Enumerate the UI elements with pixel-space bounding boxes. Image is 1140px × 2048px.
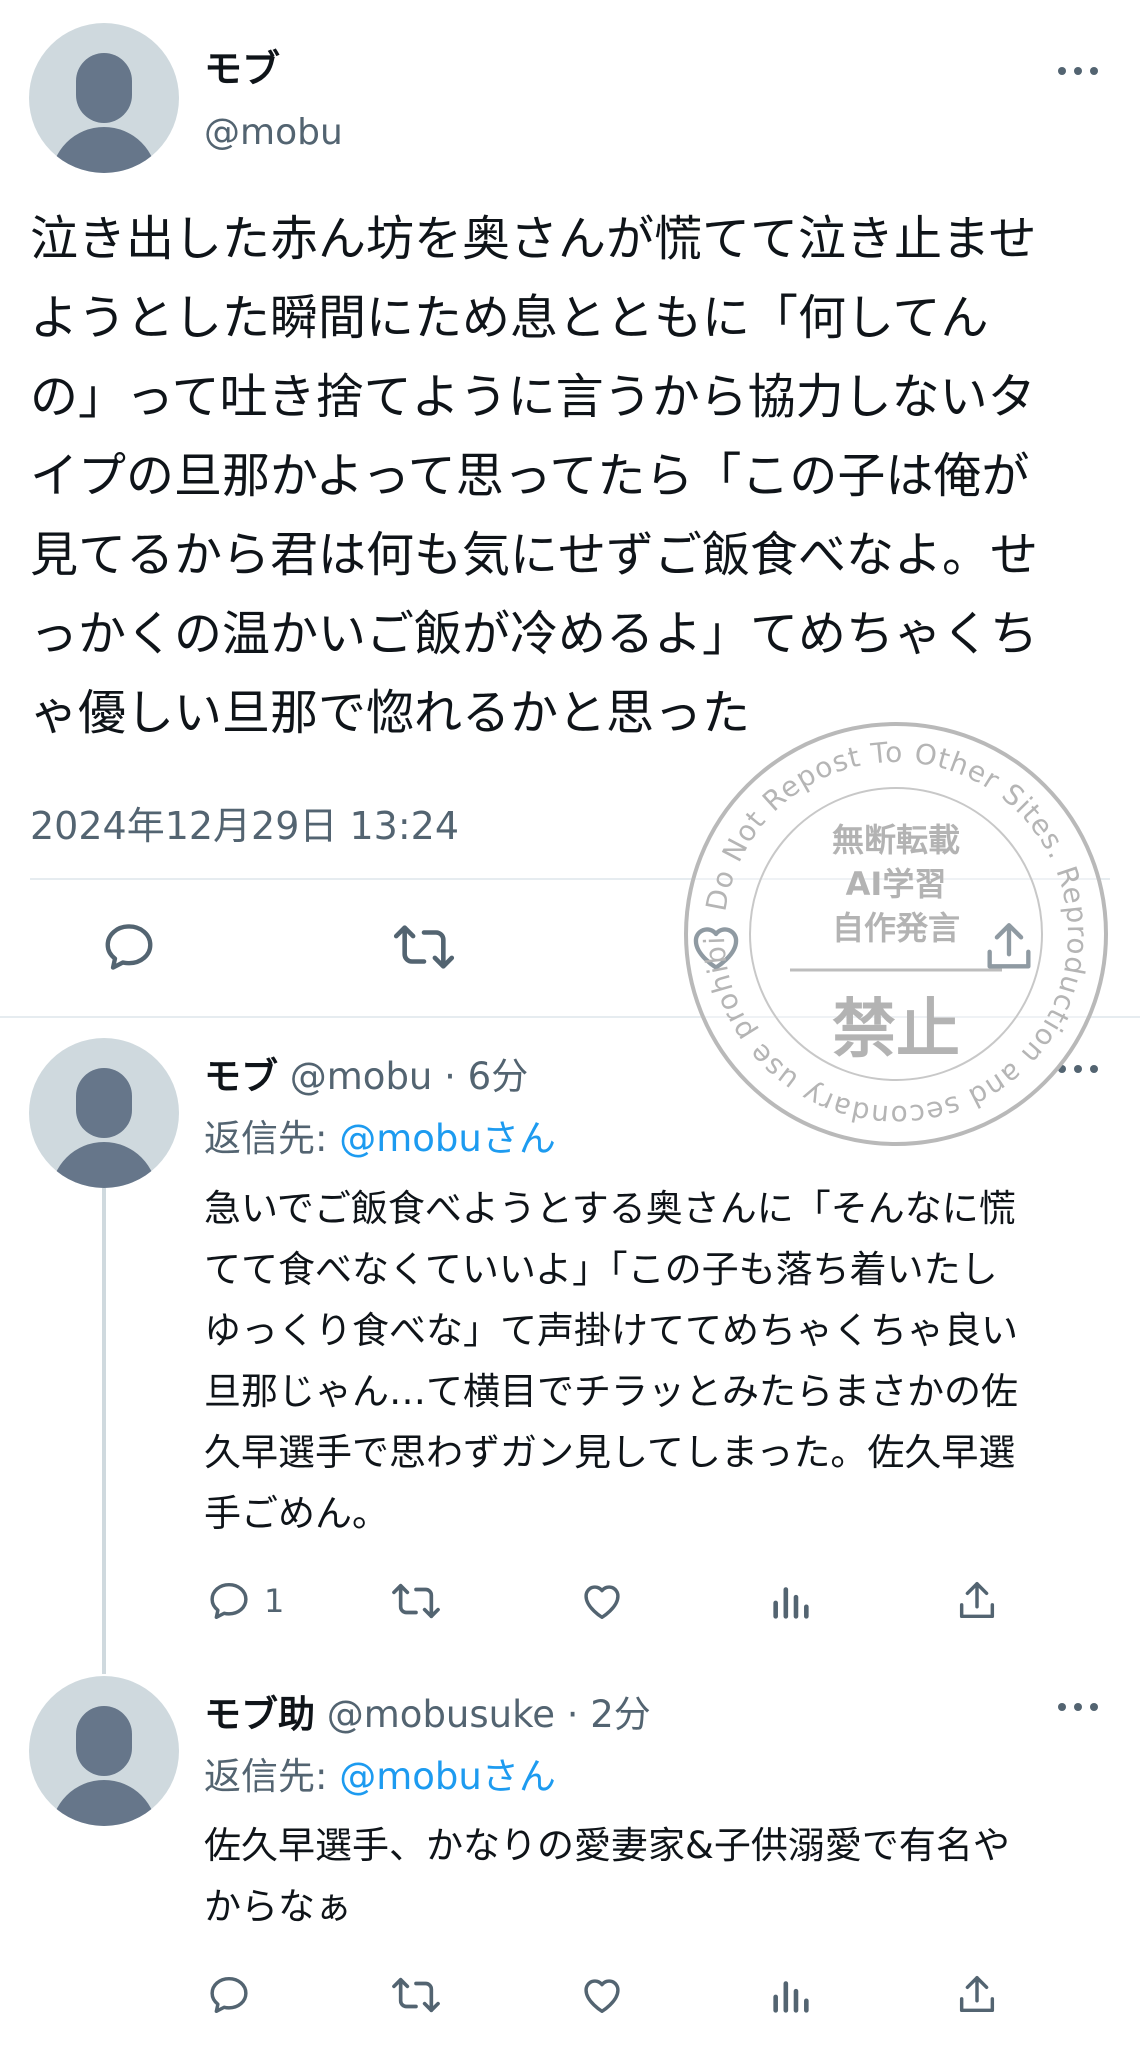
retweet-icon[interactable] xyxy=(390,1578,442,1624)
reply-text-line: 旦那じゃん…て横目でチラッとみたらまさかの佐 xyxy=(204,1370,1018,1413)
reply-text-line: ゆっくり食べな」て声掛けててめちゃくちゃ良い xyxy=(204,1309,1018,1352)
reply-to-label: 返信先: xyxy=(204,1755,340,1798)
reply-to-handle[interactable]: @mobuさん xyxy=(339,1117,556,1160)
share-icon[interactable] xyxy=(954,1972,1000,2018)
tweet-text-line: ようとした瞬間にため息とともに「何してん xyxy=(30,290,989,346)
avatar[interactable] xyxy=(29,1038,179,1188)
share-icon[interactable] xyxy=(954,1578,1000,1624)
tweet-timestamp[interactable]: 2024年12月29日 13:24 xyxy=(30,795,459,850)
reply-text-line: 久早選手で思わずガン見してしまった。佐久早選 xyxy=(204,1431,1016,1474)
more-options-icon[interactable] xyxy=(1058,66,1098,76)
analytics-icon[interactable] xyxy=(768,1972,814,2018)
avatar[interactable] xyxy=(29,23,179,173)
author-name[interactable]: モブ助 xyxy=(204,1693,315,1736)
tweet-text-line: 泣き出した赤ん坊を奥さんが慌てて泣き止ませ xyxy=(30,211,1037,267)
tweet-text: 泣き出した赤ん坊を奥さんが慌てて泣き止ませ ようとした瞬間にため息とともに「何し… xyxy=(30,200,1130,753)
tweet-text-line: の」って吐き捨てように言うから協力しないタ xyxy=(30,369,1036,425)
reply-count: 1 xyxy=(264,1582,285,1620)
author-handle-time[interactable]: @mobu · 6分 xyxy=(290,1055,528,1098)
like-icon[interactable] xyxy=(578,1578,626,1624)
reply-text-line: てて食べなくていいよ」「この子も落ち着いたし xyxy=(204,1248,998,1291)
tweet-text-line: イプの旦那かよって思ってたら「この子は俺が xyxy=(30,448,1030,504)
author-handle[interactable]: @mobu xyxy=(204,112,343,153)
watermark-line: 無断転載 xyxy=(831,821,960,859)
reply-text-line: 手ごめん。 xyxy=(204,1492,389,1535)
author-handle-time[interactable]: @mobusuke · 2分 xyxy=(327,1693,651,1736)
reply-text-line: 急いでご飯食べようとする奥さんに「そんなに慌 xyxy=(204,1187,1016,1230)
reply-text: 急いでご飯食べようとする奥さんに「そんなに慌 てて食べなくていいよ」「この子も落… xyxy=(204,1178,1124,1544)
reply-icon[interactable] xyxy=(206,1972,252,2018)
tweet-text-line: っかくの温かいご飯が冷めるよ」てめちゃくち xyxy=(30,606,1039,662)
reply-button[interactable]: 1 xyxy=(206,1578,284,1624)
author-name[interactable]: モブ xyxy=(204,1055,278,1098)
watermark-line: 自作発言 xyxy=(831,909,960,947)
author-name[interactable]: モブ xyxy=(204,38,280,93)
reply-to-label: 返信先: xyxy=(204,1117,340,1160)
watermark-text: 無断転載 AI学習 自作発言 xyxy=(682,818,1110,950)
more-options-icon[interactable] xyxy=(1058,1702,1098,1712)
reply-to-handle[interactable]: @mobuさん xyxy=(339,1755,556,1798)
reply-header: モブ @mobu · 6分 xyxy=(204,1046,528,1100)
reply-to: 返信先: @mobuさん xyxy=(204,1108,556,1162)
like-icon[interactable] xyxy=(578,1972,626,2018)
watermark-line: 禁止 xyxy=(832,993,960,1067)
retweet-icon[interactable] xyxy=(392,918,456,976)
reply-text: 佐久早選手、かなりの愛妻家&子供溺愛で有名や からなぁ xyxy=(204,1815,1124,1937)
analytics-icon[interactable] xyxy=(768,1578,814,1624)
retweet-icon[interactable] xyxy=(390,1972,442,2018)
avatar[interactable] xyxy=(29,1676,179,1826)
watermark-stamp: Do Not Repost To Other Sites. Reproducti… xyxy=(682,720,1110,1148)
watermark-line: AI学習 xyxy=(845,865,947,903)
reply-header: モブ助 @mobusuke · 2分 xyxy=(204,1684,651,1738)
reply-icon xyxy=(210,1582,248,1620)
reply-to: 返信先: @mobuさん xyxy=(204,1746,556,1800)
reply-text-line: 佐久早選手、かなりの愛妻家&子供溺愛で有名や xyxy=(204,1824,1010,1867)
reply-text-line: からなぁ xyxy=(204,1885,352,1928)
thread-line xyxy=(102,1188,106,1674)
reply-icon[interactable] xyxy=(100,918,158,976)
tweet-text-line: 見てるから君は何も気にせずご飯食べなよ。せ xyxy=(30,527,1039,583)
